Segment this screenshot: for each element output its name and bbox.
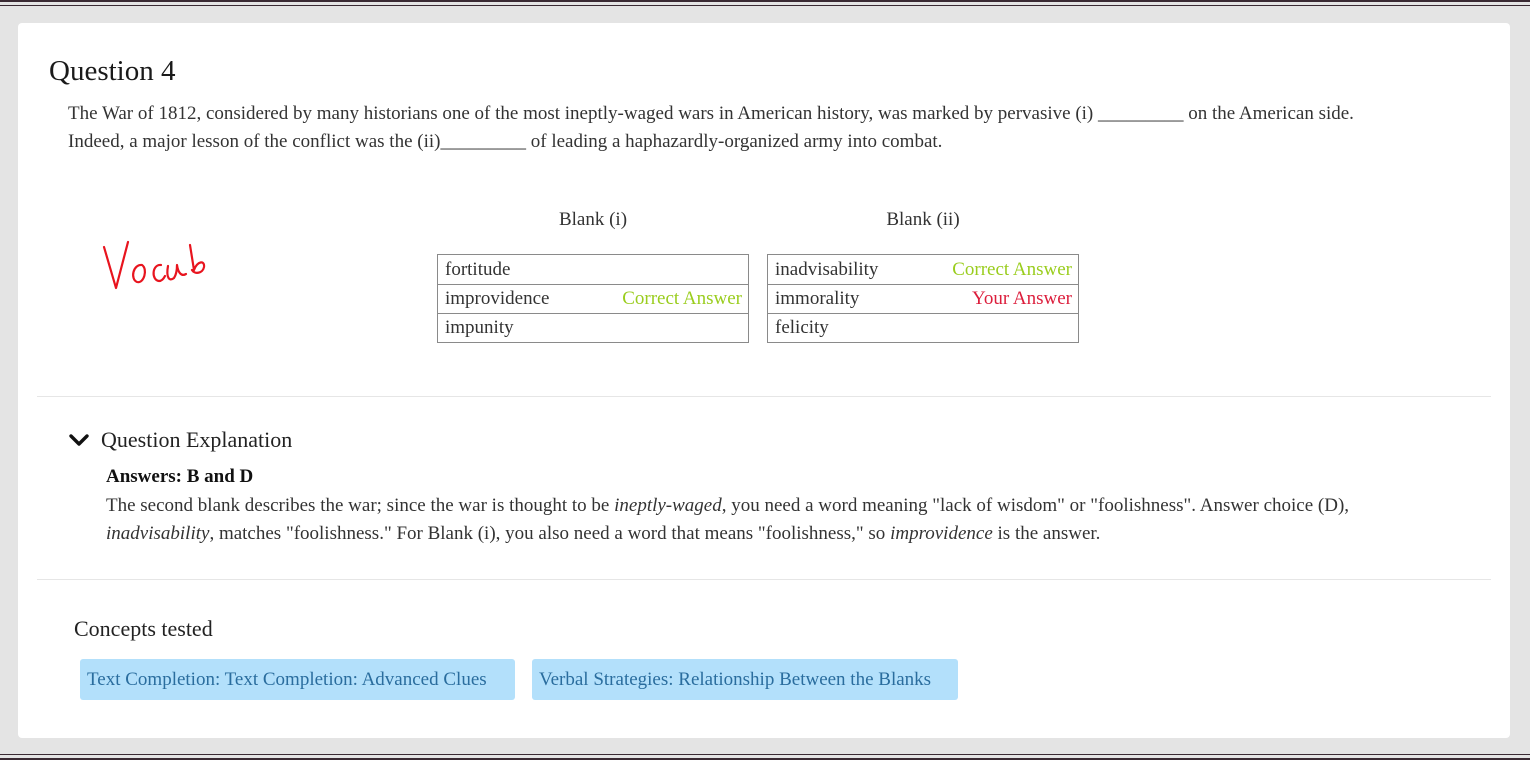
blank-1-option-improvidence[interactable]: improvidence Correct Answer [438, 284, 748, 313]
question-title: Question 4 [49, 55, 176, 87]
question-card: Question 4 The War of 1812, considered b… [18, 23, 1510, 738]
explanation-emphasis: inadvisability [106, 523, 210, 544]
option-label: immorality [775, 288, 860, 309]
concepts-title: Concepts tested [74, 616, 213, 641]
handwritten-note [102, 240, 206, 290]
question-text-line-1: The War of 1812, considered by many hist… [68, 103, 1354, 124]
blank-1-option-fortitude[interactable]: fortitude [438, 255, 748, 284]
option-label: improvidence [445, 288, 550, 309]
section-divider [37, 579, 1491, 580]
concept-chip-advanced-clues[interactable]: Text Completion: Text Completion: Advanc… [80, 659, 515, 700]
option-label: fortitude [445, 258, 511, 280]
explanation-text: , you need a word meaning "lack of wisdo… [721, 495, 1350, 516]
explanation-toggle[interactable]: Question Explanation [68, 427, 292, 453]
window-bottom-border [0, 754, 1530, 760]
explanation-text: The second blank describes the war; sinc… [106, 495, 615, 516]
explanation-answers: Answers: B and D [106, 466, 254, 487]
blank-2-options: inadvisability Correct Answer immorality… [767, 254, 1079, 343]
blank-2-option-immorality[interactable]: immorality Your Answer [768, 284, 1078, 313]
blank-2-option-inadvisability[interactable]: inadvisability Correct Answer [768, 255, 1078, 284]
section-divider [37, 396, 1491, 397]
correct-answer-tag: Correct Answer [952, 258, 1072, 280]
concept-chip-relationship-blanks[interactable]: Verbal Strategies: Relationship Between … [532, 659, 958, 700]
option-label: impunity [445, 317, 514, 338]
explanation-body: The second blank describes the war; sinc… [106, 492, 1446, 548]
option-label: felicity [775, 317, 829, 338]
blank-2-option-felicity[interactable]: felicity [768, 313, 1078, 342]
correct-answer-tag: Correct Answer [622, 288, 742, 309]
explanation-text: , matches "foolishness." For Blank (i), … [209, 523, 891, 544]
window-top-border [0, 0, 1530, 6]
option-label: inadvisability [775, 258, 879, 280]
explanation-emphasis: improvidence [890, 523, 993, 544]
chevron-down-icon [69, 434, 89, 446]
blank-1-option-impunity[interactable]: impunity [438, 313, 748, 342]
explanation-text: is the answer. [992, 523, 1101, 544]
question-text-line-2: Indeed, a major lesson of the conflict w… [68, 131, 943, 152]
blank-1-header: Blank (i) [558, 209, 628, 230]
explanation-emphasis: ineptly-waged [614, 495, 722, 516]
blank-2-header: Blank (ii) [886, 209, 960, 230]
your-answer-tag: Your Answer [972, 288, 1072, 309]
question-text: The War of 1812, considered by many hist… [68, 100, 1468, 156]
explanation-title: Question Explanation [101, 427, 293, 452]
blank-1-options: fortitude improvidence Correct Answer im… [437, 254, 749, 343]
